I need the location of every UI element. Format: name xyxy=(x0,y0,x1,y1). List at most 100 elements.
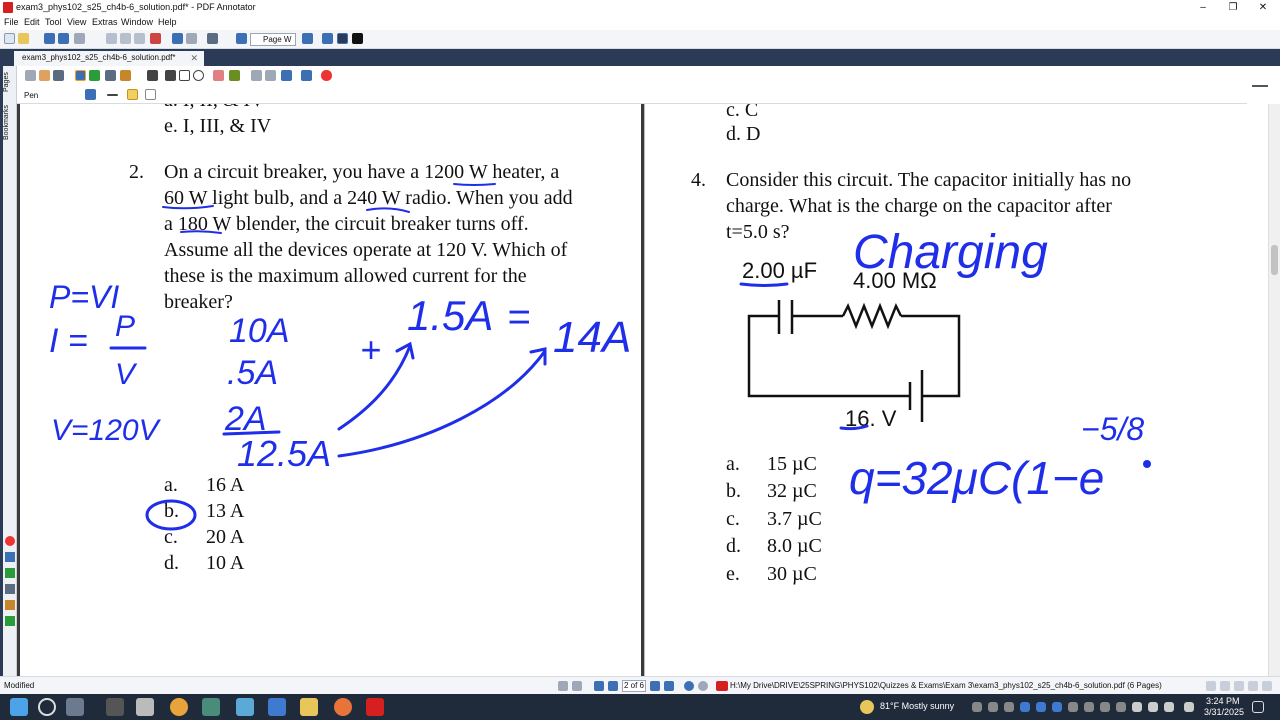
zoom-in-icon[interactable] xyxy=(302,33,313,44)
view-continuous-icon[interactable] xyxy=(1234,681,1244,691)
text-format-icon[interactable] xyxy=(145,89,156,100)
menu-help[interactable]: Help xyxy=(158,17,177,27)
delete-icon[interactable] xyxy=(150,33,161,44)
search-icon[interactable] xyxy=(38,698,56,716)
document-tab[interactable]: exam3_phys102_s25_ch4b-6_solution.pdf* ✕ xyxy=(14,51,204,66)
tray-icon[interactable] xyxy=(1116,702,1126,712)
tray-icon[interactable] xyxy=(972,702,982,712)
prev-page-icon[interactable] xyxy=(608,681,618,691)
zoom-select[interactable]: Page W xyxy=(250,33,296,46)
arrow-icon[interactable] xyxy=(165,70,176,81)
tray-icon[interactable] xyxy=(1084,702,1094,712)
fit-height-icon[interactable] xyxy=(322,33,333,44)
pen-style-icon[interactable] xyxy=(127,89,138,100)
app-icon[interactable] xyxy=(236,698,254,716)
start-icon[interactable] xyxy=(10,698,28,716)
zoom-tool-icon[interactable] xyxy=(53,70,64,81)
menu-icon[interactable] xyxy=(1252,85,1268,87)
pages-tab[interactable]: Pages xyxy=(3,68,17,96)
app-icon[interactable] xyxy=(106,698,124,716)
favorites-icon[interactable] xyxy=(321,70,332,81)
pen-tool-icon[interactable] xyxy=(75,70,86,81)
tray-icon[interactable] xyxy=(1020,702,1030,712)
ellipse-icon[interactable] xyxy=(193,70,204,81)
page-number-field[interactable]: 2 of 6 xyxy=(622,680,646,692)
stamp-icon[interactable] xyxy=(5,600,15,610)
menu-view[interactable]: View xyxy=(67,17,86,27)
tray-icon[interactable] xyxy=(988,702,998,712)
open-icon[interactable] xyxy=(18,33,29,44)
panel-menu[interactable] xyxy=(1247,66,1280,104)
clock-time[interactable]: 3:24 PM xyxy=(1206,696,1240,706)
cut-icon[interactable] xyxy=(106,33,117,44)
find-icon[interactable] xyxy=(207,33,218,44)
save-all-icon[interactable] xyxy=(58,33,69,44)
menu-tool[interactable]: Tool xyxy=(45,17,62,27)
tray-icon[interactable] xyxy=(1036,702,1046,712)
forward-icon[interactable] xyxy=(698,681,708,691)
volume-icon[interactable] xyxy=(1148,702,1158,712)
stamp-tool-icon[interactable] xyxy=(120,70,131,81)
chrome-icon[interactable] xyxy=(170,698,188,716)
tray-icon[interactable] xyxy=(1004,702,1014,712)
chrome-profile-icon[interactable] xyxy=(334,698,352,716)
print-icon[interactable] xyxy=(74,33,85,44)
battery-icon[interactable] xyxy=(1164,702,1174,712)
favorite-icon[interactable] xyxy=(5,536,15,546)
undo-icon[interactable] xyxy=(172,33,183,44)
two-page-icon[interactable] xyxy=(558,681,568,691)
highlighter-tool-icon[interactable] xyxy=(89,70,100,81)
last-page-icon[interactable] xyxy=(664,681,674,691)
eraser-icon[interactable] xyxy=(213,70,224,81)
menu-file[interactable]: File xyxy=(4,17,19,27)
menu-edit[interactable]: Edit xyxy=(24,17,40,27)
line-width-icon[interactable] xyxy=(107,94,118,96)
maximize-button[interactable]: ❐ xyxy=(1218,1,1248,14)
view-fit-icon[interactable] xyxy=(1248,681,1258,691)
first-page-icon[interactable] xyxy=(594,681,604,691)
hand-icon[interactable] xyxy=(39,70,50,81)
next-page-icon[interactable] xyxy=(650,681,660,691)
pen-menu-icon[interactable] xyxy=(1184,702,1194,712)
tray-icon[interactable] xyxy=(1100,702,1110,712)
line-icon[interactable] xyxy=(147,70,158,81)
pdf-annotator-taskbar-icon[interactable] xyxy=(366,698,384,716)
marker-icon[interactable] xyxy=(5,616,15,626)
calculator-icon[interactable] xyxy=(268,698,286,716)
redo-icon[interactable] xyxy=(186,33,197,44)
vertical-scrollbar[interactable] xyxy=(1268,104,1280,676)
bookmarks-tab[interactable]: Bookmarks xyxy=(3,98,17,146)
zoom-out-icon[interactable] xyxy=(236,33,247,44)
task-view-icon[interactable] xyxy=(66,698,84,716)
menu-extras[interactable]: Extras xyxy=(92,17,118,27)
view-full-icon[interactable] xyxy=(1262,681,1272,691)
snapshot-icon[interactable] xyxy=(301,70,312,81)
scrollbar-thumb[interactable] xyxy=(1271,245,1278,275)
close-tab-icon[interactable]: ✕ xyxy=(190,51,198,65)
rectangle-icon[interactable] xyxy=(179,70,190,81)
text-tool-icon[interactable] xyxy=(5,584,15,594)
menu-window[interactable]: Window xyxy=(121,17,153,27)
minimize-button[interactable]: – xyxy=(1188,1,1218,14)
image-icon[interactable] xyxy=(251,70,262,81)
weather-text[interactable]: 81°F Mostly sunny xyxy=(880,701,954,711)
tray-icon[interactable] xyxy=(1068,702,1078,712)
notifications-icon[interactable] xyxy=(1252,701,1264,713)
wifi-icon[interactable] xyxy=(1132,702,1142,712)
select-icon[interactable] xyxy=(25,70,36,81)
text-box-icon[interactable] xyxy=(105,70,116,81)
copy-icon[interactable] xyxy=(120,33,131,44)
back-icon[interactable] xyxy=(684,681,694,691)
full-screen-icon[interactable] xyxy=(352,33,363,44)
view-double-icon[interactable] xyxy=(1220,681,1230,691)
paste-icon[interactable] xyxy=(134,33,145,44)
highlighter-icon[interactable] xyxy=(5,568,15,578)
notepad-icon[interactable] xyxy=(136,698,154,716)
print-preview-icon[interactable] xyxy=(572,681,582,691)
document-view[interactable]: a. I, II, & IV e. I, III, & IV 2. On a c… xyxy=(17,104,1268,676)
link-icon[interactable] xyxy=(265,70,276,81)
clock-date[interactable]: 3/31/2025 xyxy=(1204,707,1244,717)
save-icon[interactable] xyxy=(44,33,55,44)
new-icon[interactable] xyxy=(4,33,15,44)
file-explorer-icon[interactable] xyxy=(300,698,318,716)
